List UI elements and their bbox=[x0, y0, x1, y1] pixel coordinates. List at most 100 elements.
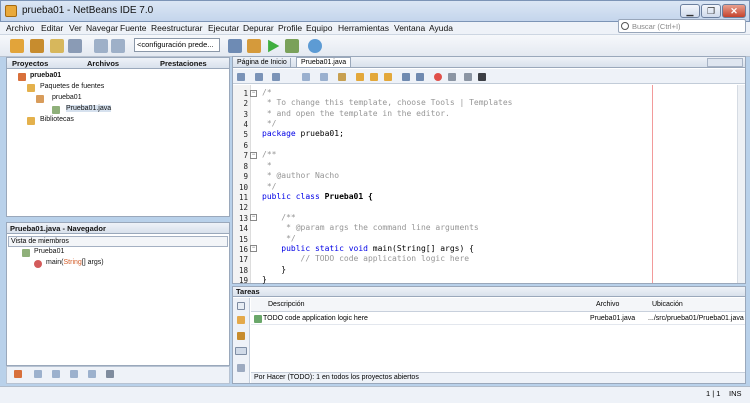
new-project-icon[interactable] bbox=[30, 39, 44, 53]
code-line-5[interactable]: package prueba01; bbox=[262, 129, 344, 138]
tab-files[interactable]: Archivos bbox=[87, 59, 119, 68]
run-icon[interactable] bbox=[268, 39, 280, 53]
menu-archivo[interactable]: Archivo bbox=[6, 23, 34, 33]
save-all-icon[interactable] bbox=[68, 39, 82, 53]
line-number: 18 bbox=[238, 266, 248, 275]
column-location[interactable]: Ubicación bbox=[652, 301, 683, 308]
view-icon[interactable] bbox=[34, 370, 42, 378]
navigator-method[interactable]: main(String[] args) bbox=[46, 259, 104, 266]
source-view-icon[interactable] bbox=[237, 73, 245, 81]
view3-icon[interactable] bbox=[70, 370, 78, 378]
tasks-project-icon[interactable] bbox=[237, 332, 245, 340]
package-node[interactable]: prueba01 bbox=[52, 94, 82, 101]
next-bookmark-icon[interactable] bbox=[384, 73, 392, 81]
prev-bookmark-icon[interactable] bbox=[370, 73, 378, 81]
configuration-select[interactable]: <configuración prede... bbox=[134, 38, 220, 52]
new-file-icon[interactable] bbox=[10, 39, 24, 53]
project-root[interactable]: prueba01 bbox=[30, 72, 61, 79]
shift-left-icon[interactable] bbox=[402, 73, 410, 81]
tab-services[interactable]: Prestaciones bbox=[160, 59, 207, 68]
fold-toggle[interactable]: − bbox=[250, 245, 257, 252]
libraries-node[interactable]: Bibliotecas bbox=[40, 116, 74, 123]
tab-start-page[interactable]: Página de Inicio bbox=[234, 58, 291, 67]
code-line-19[interactable]: } bbox=[262, 275, 267, 284]
history-icon[interactable] bbox=[255, 73, 263, 81]
error-stripe bbox=[737, 85, 745, 283]
fold-toggle[interactable]: − bbox=[250, 152, 257, 159]
code-line-18[interactable]: } bbox=[262, 265, 286, 274]
menu-editar[interactable]: Editar bbox=[41, 23, 63, 33]
back-icon[interactable] bbox=[272, 73, 280, 81]
java-file-node[interactable]: Prueba01.java bbox=[66, 105, 112, 112]
code-line-11[interactable]: public class Prueba01 { bbox=[262, 192, 373, 201]
minimize-button[interactable]: ▁ bbox=[680, 4, 700, 18]
menu-profile[interactable]: Profile bbox=[278, 23, 302, 33]
toggle-highlight-icon[interactable] bbox=[338, 73, 346, 81]
tasks-scope-icon[interactable] bbox=[237, 302, 245, 310]
status-bar bbox=[0, 386, 750, 403]
tasks-filter-icon[interactable] bbox=[235, 347, 247, 355]
window-title: prueba01 - NetBeans IDE 7.0 bbox=[22, 5, 154, 16]
build-hammer-icon[interactable] bbox=[228, 39, 242, 53]
editor-window-controls[interactable] bbox=[707, 58, 743, 67]
navigator-class[interactable]: Prueba01 bbox=[34, 248, 64, 255]
column-description[interactable]: Descripción bbox=[268, 301, 305, 308]
find-icon[interactable] bbox=[302, 73, 310, 81]
code-line-4[interactable]: */ bbox=[262, 119, 277, 128]
tasks-group-icon[interactable] bbox=[237, 364, 245, 372]
bookmark-icon[interactable] bbox=[356, 73, 364, 81]
menu-depurar[interactable]: Depurar bbox=[243, 23, 274, 33]
menu-ayuda[interactable]: Ayuda bbox=[429, 23, 453, 33]
navigator-view-select[interactable]: Vista de miembros bbox=[8, 236, 228, 247]
tab-projects[interactable]: Proyectos bbox=[12, 59, 48, 68]
code-line-15[interactable]: */ bbox=[262, 234, 296, 243]
undo-icon[interactable] bbox=[94, 39, 108, 53]
code-line-3[interactable]: * and open the template in the editor. bbox=[262, 109, 450, 118]
code-line-7[interactable]: /** bbox=[262, 150, 276, 159]
menu-ver[interactable]: Ver bbox=[69, 23, 82, 33]
sort-icon[interactable] bbox=[106, 370, 114, 378]
record-macro-icon[interactable] bbox=[434, 73, 442, 81]
fold-toggle[interactable]: − bbox=[250, 214, 257, 221]
profile-icon[interactable] bbox=[308, 39, 322, 53]
line-number: 14 bbox=[238, 224, 248, 233]
code-line-16[interactable]: public static void main(String[] args) { bbox=[262, 244, 474, 253]
maximize-button[interactable]: ❐ bbox=[701, 4, 721, 18]
code-line-17[interactable]: // TODO code application logic here bbox=[262, 254, 470, 263]
code-line-9[interactable]: * @author Nacho bbox=[262, 171, 339, 180]
menu-ejecutar[interactable]: Ejecutar bbox=[208, 23, 239, 33]
view2-icon[interactable] bbox=[52, 370, 60, 378]
code-line-2[interactable]: * To change this template, choose Tools … bbox=[262, 98, 513, 107]
comment-icon[interactable] bbox=[464, 73, 472, 81]
code-line-10[interactable]: */ bbox=[262, 182, 277, 191]
method-param-type: String bbox=[63, 259, 82, 266]
open-project-icon[interactable] bbox=[50, 39, 64, 53]
debug-icon[interactable] bbox=[285, 39, 299, 53]
tasks-folder-icon[interactable] bbox=[237, 316, 245, 324]
tab-prueba01-java[interactable]: Prueba01.java bbox=[296, 57, 352, 67]
close-button[interactable]: ✕ bbox=[722, 4, 746, 18]
menu-navegar[interactable]: Navegar bbox=[86, 23, 118, 33]
menu-equipo[interactable]: Equipo bbox=[306, 23, 332, 33]
column-file[interactable]: Archivo bbox=[596, 301, 619, 308]
code-line-14[interactable]: * @param args the command line arguments bbox=[262, 223, 479, 232]
view4-icon[interactable] bbox=[88, 370, 96, 378]
shift-right-icon[interactable] bbox=[416, 73, 424, 81]
uncomment-icon[interactable] bbox=[478, 73, 486, 81]
stop-macro-icon[interactable] bbox=[448, 73, 456, 81]
redo-icon[interactable] bbox=[111, 39, 125, 53]
menu-herramientas[interactable]: Herramientas bbox=[338, 23, 389, 33]
code-line-1[interactable]: /* bbox=[262, 88, 272, 97]
find-prev-icon[interactable] bbox=[320, 73, 328, 81]
menu-fuente[interactable]: Fuente bbox=[120, 23, 146, 33]
menu-reestructurar[interactable]: Reestructurar bbox=[151, 23, 203, 33]
clean-build-icon[interactable] bbox=[247, 39, 261, 53]
line-number: 6 bbox=[243, 141, 248, 150]
code-line-8[interactable]: * bbox=[262, 161, 272, 170]
code-line-13[interactable]: /** bbox=[262, 213, 295, 222]
line-number: 15 bbox=[238, 235, 248, 244]
filter-icon[interactable] bbox=[14, 370, 22, 378]
fold-toggle[interactable]: − bbox=[250, 90, 257, 97]
source-packages-node[interactable]: Paquetes de fuentes bbox=[40, 83, 104, 90]
menu-ventana[interactable]: Ventana bbox=[394, 23, 425, 33]
